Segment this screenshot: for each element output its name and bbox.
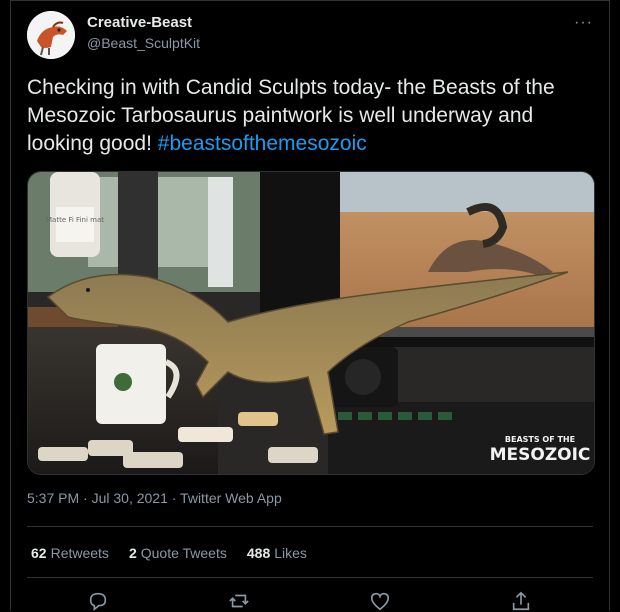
dinosaur-avatar-icon xyxy=(27,11,75,59)
tweet-timestamp[interactable]: 5:37 PM · Jul 30, 2021 · Twitter Web App xyxy=(27,490,282,506)
engagement-stats: 62 Retweets 2 Quote Tweets 488 Likes xyxy=(31,545,327,561)
author-handle[interactable]: @Beast_SculptKit xyxy=(87,35,200,51)
likes-label: Likes xyxy=(274,545,307,561)
more-options-icon[interactable]: ··· xyxy=(574,14,593,32)
divider xyxy=(27,577,593,578)
retweets-label: Retweets xyxy=(50,545,109,561)
quote-label: Quote Tweets xyxy=(140,545,227,561)
card-top-border xyxy=(10,0,610,1)
reply-icon[interactable] xyxy=(87,590,109,612)
photo-illustration: Matte Fi Fini mat BEASTS OF THE MESOZOIC xyxy=(28,172,594,474)
tweet-text: Checking in with Candid Sculpts today- t… xyxy=(27,74,597,158)
retweets-stat[interactable]: 62 Retweets xyxy=(31,545,109,561)
card-left-border xyxy=(10,0,11,611)
hashtag-link[interactable]: #beastsofthemesozoic xyxy=(158,132,367,155)
paint-bottle-label: Matte Fi Fini mat xyxy=(46,216,104,224)
logo-bottom-text: MESOZOIC xyxy=(490,445,591,465)
card-right-border xyxy=(609,0,610,611)
logo-top-text: BEASTS OF THE xyxy=(505,435,575,444)
divider xyxy=(27,526,593,527)
quote-tweets-stat[interactable]: 2 Quote Tweets xyxy=(129,545,227,561)
likes-stat[interactable]: 488 Likes xyxy=(247,545,307,561)
likes-count: 488 xyxy=(246,545,271,561)
author-display-name[interactable]: Creative-Beast xyxy=(87,14,192,31)
share-icon[interactable] xyxy=(510,590,532,612)
retweets-count: 62 xyxy=(31,545,47,561)
quote-count: 2 xyxy=(128,545,137,561)
retweet-icon[interactable] xyxy=(228,590,250,612)
tweet-photo[interactable]: Matte Fi Fini mat BEASTS OF THE MESOZOIC xyxy=(27,171,595,475)
like-icon[interactable] xyxy=(369,590,391,612)
avatar[interactable] xyxy=(27,11,75,59)
